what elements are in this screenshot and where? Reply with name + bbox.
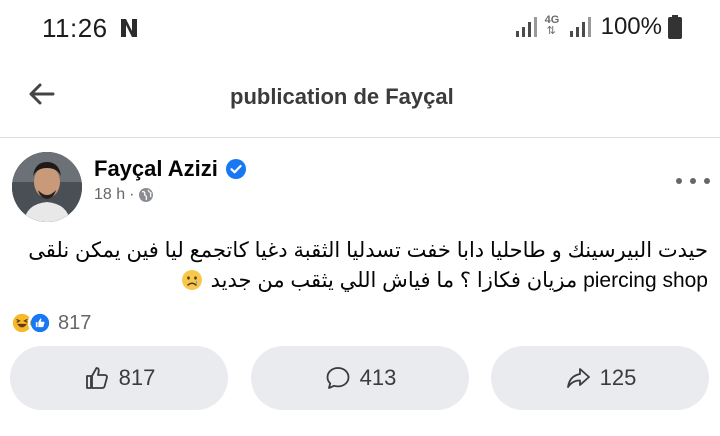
back-button[interactable] [26, 78, 58, 110]
dot-icon [690, 178, 696, 184]
post-text-content: حيدت البيرسينك و طاحليا دابا خفت تسدليا … [28, 239, 708, 292]
like-reaction-icon [28, 311, 52, 335]
like-count: 817 [118, 365, 156, 390]
comment-button[interactable]: 413 [251, 346, 469, 410]
like-button[interactable]: 817 [10, 346, 228, 410]
more-options-button[interactable] [676, 172, 710, 190]
post-meta: 18 h · [94, 186, 154, 204]
author-name[interactable]: Fayçal Azizi [94, 156, 218, 182]
verified-badge-icon [225, 159, 246, 179]
reaction-count: 817 [58, 311, 92, 334]
dot-icon [676, 178, 682, 184]
netflix-n-icon [121, 19, 137, 37]
signal-icon [515, 17, 537, 37]
dot-icon [704, 178, 710, 184]
status-bar: 11:26 4G ⇅ 100% [0, 0, 720, 58]
avatar-image [12, 152, 82, 222]
sad-tear-emoji-icon [181, 270, 202, 290]
author-row: Fayçal Azizi [94, 156, 246, 182]
reactions-summary[interactable]: 817 [10, 310, 91, 336]
page-header: publication de Fayçal [0, 58, 720, 138]
signal-icon-2 [569, 17, 591, 37]
share-button[interactable]: 125 [491, 346, 709, 410]
page-title: publication de Fayçal [230, 84, 454, 109]
lte-icon: 4G ⇅ [543, 14, 563, 40]
share-count: 125 [599, 365, 637, 390]
meta-separator: · [129, 186, 135, 203]
globe-icon [139, 188, 154, 202]
post-text: حيدت البيرسينك و طاحليا دابا خفت تسدليا … [14, 236, 708, 296]
avatar[interactable] [12, 152, 82, 222]
battery-percent: 100% [600, 13, 662, 40]
share-arrow-icon [566, 368, 590, 388]
comment-icon [326, 367, 350, 389]
status-right: 4G ⇅ 100% [515, 12, 682, 42]
status-time: 11:26 [42, 13, 108, 43]
data-arrows-icon: ⇅ [546, 25, 556, 37]
battery-icon [668, 15, 682, 39]
post-time[interactable]: 18 h [94, 186, 125, 204]
thumbs-up-icon [85, 367, 108, 389]
comment-count: 413 [359, 365, 397, 390]
